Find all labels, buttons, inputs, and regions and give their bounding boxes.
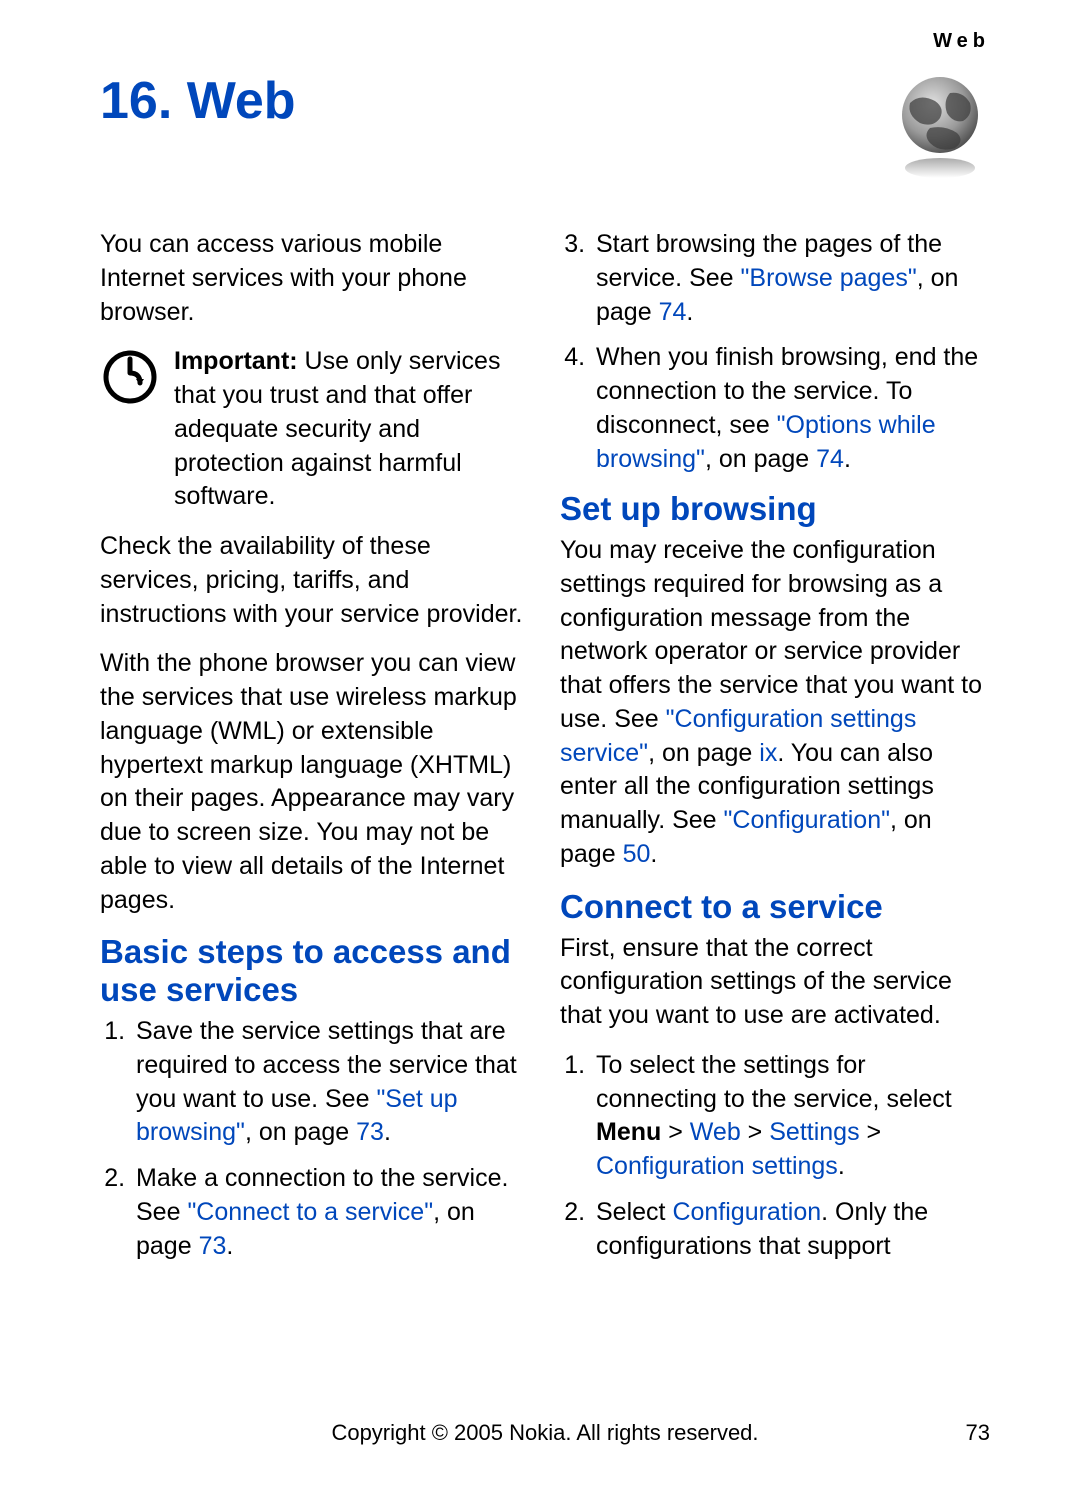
- connect-paragraph-1: First, ensure that the correct configura…: [560, 932, 990, 1033]
- menu-label: Menu: [596, 1118, 661, 1146]
- running-head: Web: [100, 30, 990, 53]
- body-text: >: [860, 1118, 882, 1146]
- link-page-74[interactable]: 74: [816, 445, 844, 473]
- list-item: Select Configuration. Only the configura…: [592, 1196, 990, 1264]
- body-text: >: [741, 1118, 770, 1146]
- body-text: .: [838, 1152, 845, 1180]
- body-text: .: [844, 445, 851, 473]
- body-text: , on page: [648, 739, 759, 767]
- important-text: Important: Use only services that you tr…: [174, 345, 530, 514]
- section-basic-steps: Basic steps to access and use services: [100, 933, 530, 1009]
- body-text: .: [650, 840, 657, 868]
- basic-steps-list-cont: Start browsing the pages of the service.…: [560, 228, 990, 476]
- link-page-50[interactable]: 50: [623, 840, 651, 868]
- copyright-text: Copyright © 2005 Nokia. All rights reser…: [100, 1420, 990, 1446]
- header-row: 16. Web: [100, 73, 990, 188]
- link-page-74[interactable]: 74: [659, 298, 687, 326]
- page-number: 73: [966, 1420, 990, 1446]
- link-page-73[interactable]: 73: [356, 1118, 384, 1146]
- setup-paragraph: You may receive the configuration settin…: [560, 534, 990, 872]
- menu-configuration-settings: Configuration settings: [596, 1152, 838, 1180]
- body-text: Save the service settings that are requi…: [136, 1017, 517, 1113]
- menu-web: Web: [690, 1118, 741, 1146]
- intro-paragraph-2: Check the availability of these services…: [100, 530, 530, 631]
- link-connect-to-a-service[interactable]: "Connect to a service": [187, 1198, 433, 1226]
- right-column: Start browsing the pages of the service.…: [560, 228, 990, 1275]
- body-text: You may receive the configuration settin…: [560, 536, 982, 733]
- link-configuration[interactable]: "Configuration": [724, 806, 890, 834]
- left-column: You can access various mobile Internet s…: [100, 228, 530, 1275]
- link-page-ix[interactable]: ix: [759, 739, 777, 767]
- important-label: Important:: [174, 347, 298, 375]
- body-text: .: [384, 1118, 391, 1146]
- text-columns: You can access various mobile Internet s…: [100, 228, 990, 1275]
- body-text: .: [226, 1232, 233, 1260]
- manual-page: Web 16. Web: [0, 0, 1080, 1496]
- section-connect-to-a-service: Connect to a service: [560, 888, 990, 926]
- list-item: When you finish browsing, end the connec…: [592, 341, 990, 476]
- body-text: .: [686, 298, 693, 326]
- body-text: To select the settings for connecting to…: [596, 1051, 952, 1113]
- body-text: >: [661, 1118, 690, 1146]
- list-item: Start browsing the pages of the service.…: [592, 228, 990, 329]
- link-browse-pages[interactable]: "Browse pages": [741, 264, 917, 292]
- globe-icon: [890, 73, 990, 188]
- list-item: Make a connection to the service. See "C…: [132, 1162, 530, 1263]
- basic-steps-list: Save the service settings that are requi…: [100, 1015, 530, 1263]
- section-set-up-browsing: Set up browsing: [560, 490, 990, 528]
- list-item: To select the settings for connecting to…: [592, 1049, 990, 1184]
- menu-settings: Settings: [769, 1118, 859, 1146]
- body-text: , on page: [245, 1118, 356, 1146]
- connect-steps-list: To select the settings for connecting to…: [560, 1049, 990, 1264]
- important-icon: [100, 345, 160, 514]
- list-item: Save the service settings that are requi…: [132, 1015, 530, 1150]
- important-note: Important: Use only services that you tr…: [100, 345, 530, 514]
- body-text: , on page: [705, 445, 816, 473]
- intro-paragraph-1: You can access various mobile Internet s…: [100, 228, 530, 329]
- menu-configuration: Configuration: [672, 1198, 821, 1226]
- chapter-title: 16. Web: [100, 73, 296, 130]
- body-text: Select: [596, 1198, 672, 1226]
- page-footer: Copyright © 2005 Nokia. All rights reser…: [100, 1420, 990, 1446]
- intro-paragraph-3: With the phone browser you can view the …: [100, 647, 530, 917]
- link-page-73[interactable]: 73: [199, 1232, 227, 1260]
